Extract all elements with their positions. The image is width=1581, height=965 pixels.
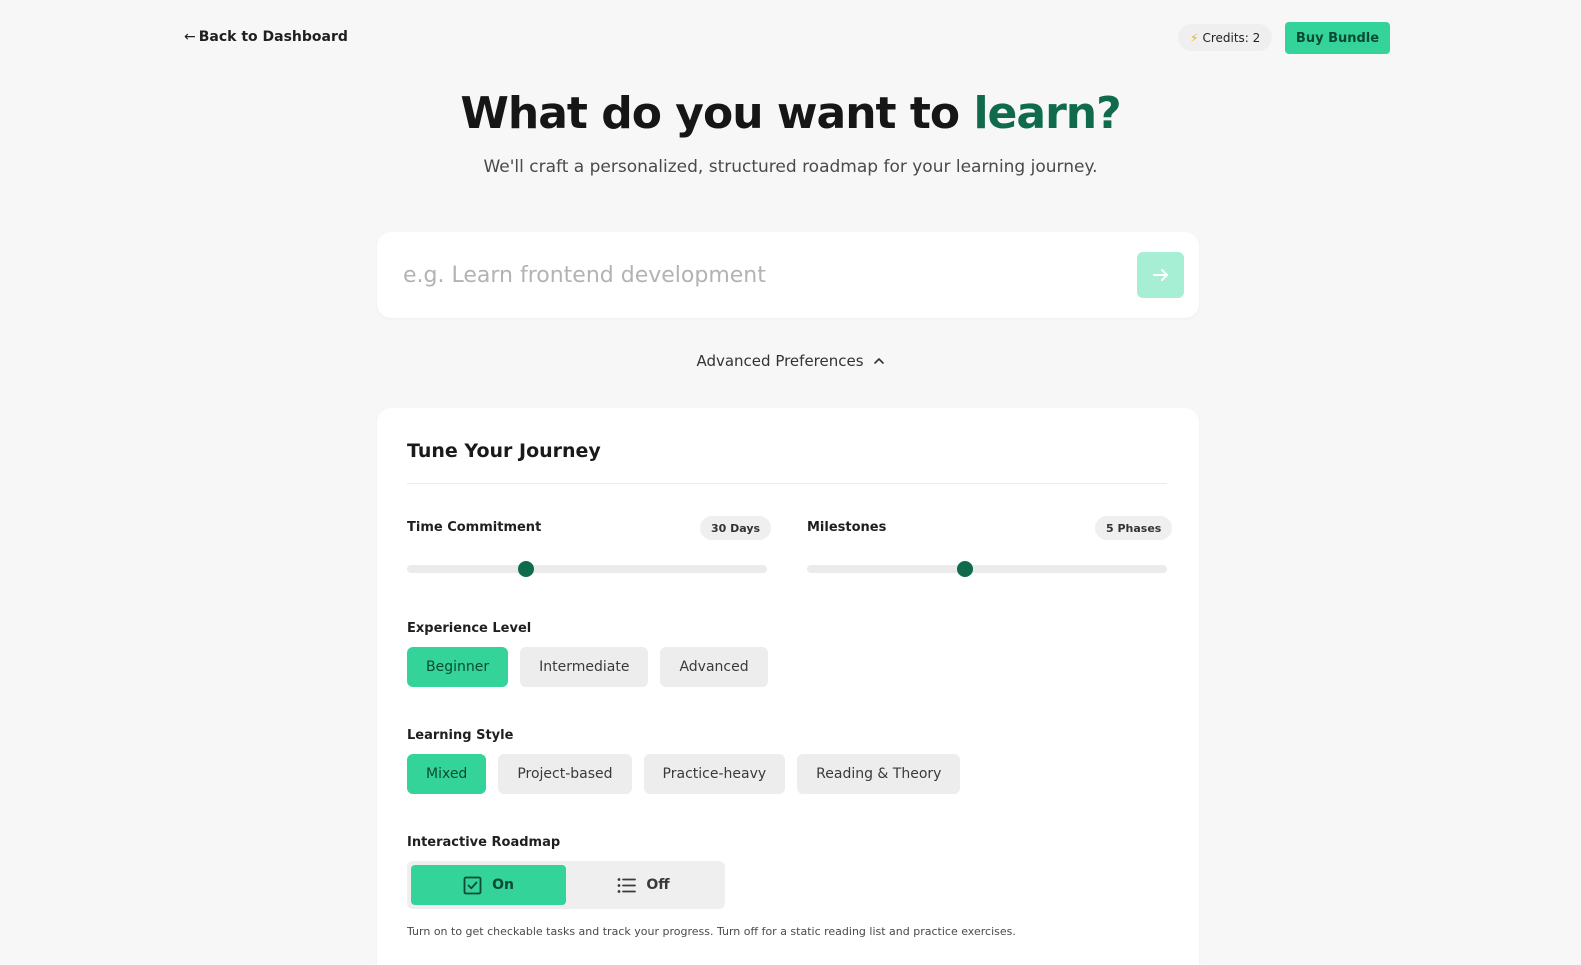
time-commitment-value: 30 Days (700, 516, 772, 540)
milestones-slider[interactable] (807, 561, 1167, 577)
experience-option-intermediate[interactable]: Intermediate (520, 647, 649, 687)
back-arrow-icon: ← (184, 29, 196, 45)
page-title: What do you want to learn? (0, 88, 1581, 139)
list-icon (617, 877, 637, 893)
arrow-right-icon (1152, 269, 1168, 281)
time-commitment-thumb[interactable] (517, 561, 534, 577)
style-option-project-based[interactable]: Project-based (498, 754, 632, 794)
experience-option-advanced[interactable]: Advanced (660, 647, 768, 687)
style-option-reading-theory[interactable]: Reading & Theory (797, 754, 961, 794)
interactive-off-label: Off (646, 877, 670, 893)
style-option-practice-heavy[interactable]: Practice-heavy (643, 754, 786, 794)
back-to-dashboard-link[interactable]: ← Back to Dashboard (184, 27, 348, 47)
page-subtitle: We'll craft a personalized, structured r… (483, 157, 1098, 177)
experience-option-beginner[interactable]: Beginner (407, 647, 509, 687)
milestones-thumb[interactable] (957, 561, 974, 577)
preferences-panel: Tune Your Journey Time Commitment 30 Day… (377, 408, 1199, 965)
interactive-on-label: On (492, 877, 514, 893)
chevron-up-icon (873, 358, 884, 364)
back-link-label: Back to Dashboard (198, 29, 348, 45)
page: ← Back to Dashboard ⚡ Credits: 2 Buy Bun… (0, 0, 1581, 965)
experience-level-label: Experience Level (407, 621, 532, 636)
advanced-preferences-label: Advanced Preferences (696, 352, 864, 370)
goal-input[interactable] (403, 254, 1123, 296)
divider (407, 483, 1167, 484)
checkbox-icon (463, 876, 482, 894)
search-card (377, 232, 1199, 318)
learning-style-label: Learning Style (407, 728, 514, 743)
time-commitment-slider[interactable] (407, 561, 767, 577)
title-accent: learn? (973, 88, 1121, 139)
time-commitment-label: Time Commitment (407, 520, 542, 535)
interactive-roadmap-label: Interactive Roadmap (407, 835, 561, 850)
interactive-on-button[interactable]: On (411, 865, 566, 905)
milestones-label: Milestones (807, 520, 887, 535)
credits-badge: ⚡ Credits: 2 (1178, 24, 1273, 51)
credits-label: Credits: 2 (1202, 30, 1261, 45)
milestones-value: 5 Phases (1095, 516, 1173, 540)
interactive-off-button[interactable]: Off (566, 865, 721, 905)
interactive-roadmap-toggle: On Off (407, 861, 725, 909)
interactive-roadmap-help: Turn on to get checkable tasks and track… (407, 925, 1016, 938)
title-main: What do you want to (460, 88, 974, 139)
experience-level-options: Beginner Intermediate Advanced (407, 647, 768, 687)
buy-bundle-button[interactable]: Buy Bundle (1285, 22, 1390, 54)
panel-title: Tune Your Journey (407, 440, 601, 462)
lightning-bolt-icon: ⚡ (1190, 30, 1199, 45)
style-option-mixed[interactable]: Mixed (407, 754, 487, 794)
submit-button[interactable] (1137, 252, 1184, 298)
advanced-preferences-toggle[interactable]: Advanced Preferences (0, 352, 1581, 370)
learning-style-options: Mixed Project-based Practice-heavy Readi… (407, 754, 961, 794)
